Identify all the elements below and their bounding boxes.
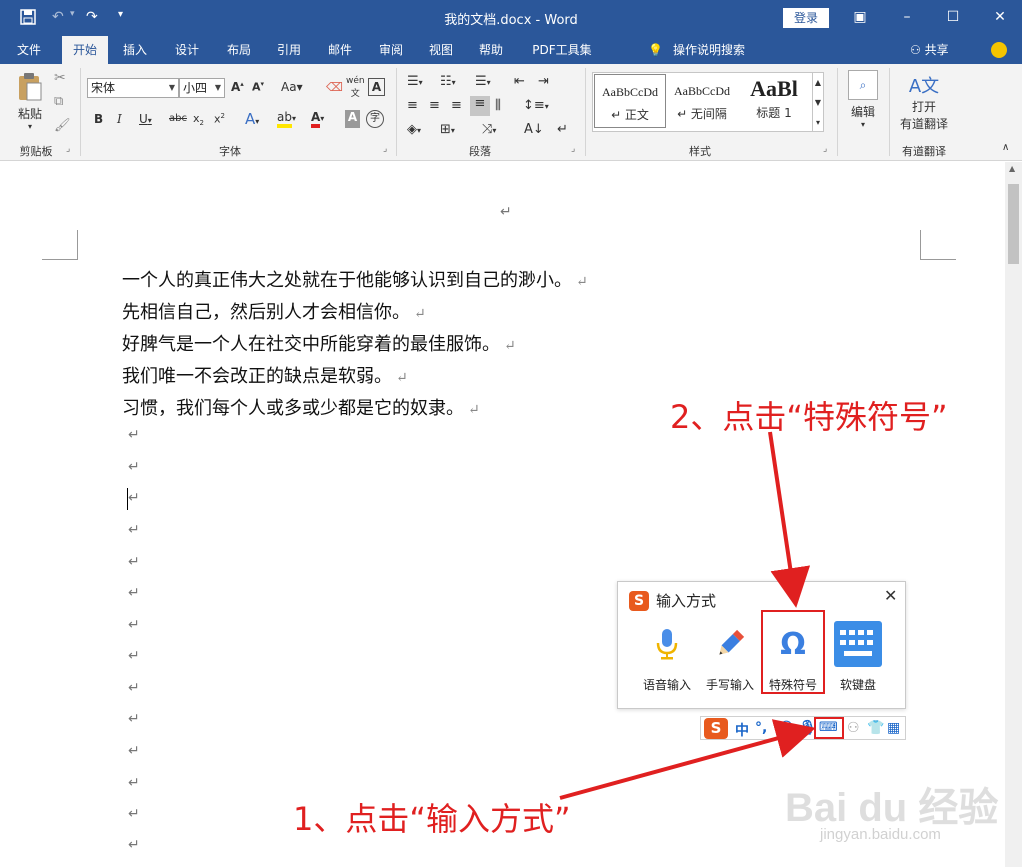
annotation-step1: 1、点击“输入方式” (293, 800, 571, 838)
annotation-arrow-step2 (768, 431, 811, 608)
watermark-logo: Bai du 经验 (785, 786, 999, 830)
annotation-arrow-step1 (559, 719, 816, 800)
watermark-url: jingyan.baidu.com (820, 826, 941, 843)
annotation-step2: 2、点击“特殊符号” (670, 398, 948, 436)
